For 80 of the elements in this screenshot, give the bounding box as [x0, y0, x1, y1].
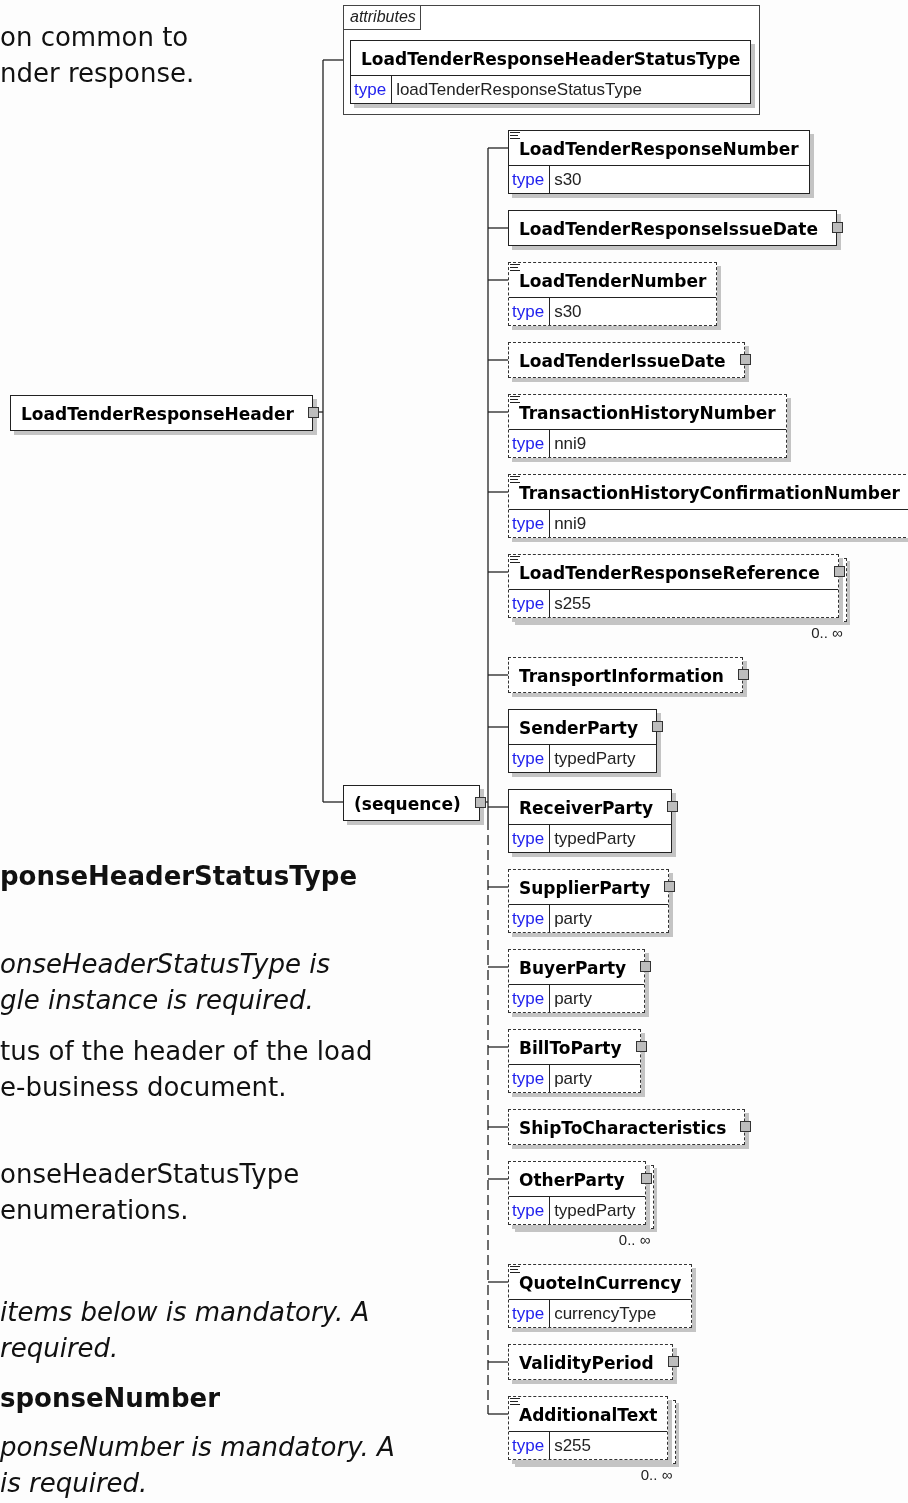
sequence-label: (sequence) [354, 794, 461, 814]
element-name: LoadTenderIssueDate [519, 351, 726, 371]
type-value: s30 [553, 301, 583, 323]
expand-icon[interactable] [640, 961, 652, 972]
element-name: ShipToCharacteristics [519, 1118, 727, 1138]
type-value: party [553, 908, 593, 930]
type-label: type [509, 166, 551, 193]
element-name: LoadTenderResponseHeaderStatusType [361, 49, 741, 69]
paragraph-line: onseHeaderStatusType [0, 1158, 300, 1191]
paragraph-line: is required. [0, 1467, 148, 1500]
type-value: party [553, 988, 593, 1010]
expand-icon[interactable] [738, 669, 749, 680]
expand-icon[interactable] [474, 797, 486, 808]
element-name: BuyerParty [519, 958, 627, 978]
type-label: type [509, 905, 551, 932]
type-value: s255 [553, 593, 592, 615]
expand-icon[interactable] [641, 1173, 653, 1184]
expand-icon[interactable] [667, 1356, 679, 1367]
type-value: s255 [553, 1435, 592, 1457]
type-value: nni9 [553, 433, 588, 455]
type-label: type [509, 825, 551, 852]
element-name: TransactionHistoryConfirmationNumber [519, 483, 900, 503]
occurrence-label: 0.. ∞ [617, 1231, 651, 1248]
element-name: TransactionHistoryNumber [519, 403, 776, 423]
paragraph-line: nder response. [0, 57, 195, 90]
type-value: party [553, 1068, 593, 1090]
type-label: type [351, 76, 393, 103]
expand-icon[interactable] [832, 222, 843, 233]
expand-icon[interactable] [307, 407, 319, 418]
type-label: type [509, 1065, 551, 1092]
element-name: ReceiverParty [519, 798, 654, 818]
type-label: type [509, 985, 551, 1012]
element-name: SenderParty [519, 718, 639, 738]
type-value: typedParty [553, 828, 637, 850]
element-name: ValidityPeriod [519, 1353, 654, 1373]
element-name: LoadTenderResponseNumber [519, 139, 799, 159]
type-label: type [509, 430, 551, 457]
expand-icon[interactable] [833, 566, 845, 577]
paragraph-line: e-business document. [0, 1071, 287, 1104]
element-name: LoadTenderResponseHeader [21, 404, 294, 424]
element-name: AdditionalText [519, 1405, 658, 1425]
type-label: type [509, 1300, 551, 1327]
type-label: type [509, 745, 551, 772]
type-label: type [509, 1432, 551, 1459]
section-heading: ponseHeaderStatusType [0, 860, 358, 893]
element-name: QuoteInCurrency [519, 1273, 682, 1293]
paragraph-line: gle instance is required. [0, 984, 314, 1017]
expand-icon[interactable] [664, 881, 676, 892]
type-label: type [509, 298, 551, 325]
expand-icon[interactable] [635, 1041, 647, 1052]
element-name: LoadTenderResponseReference [519, 563, 820, 583]
type-value: currencyType [553, 1303, 658, 1325]
paragraph-line: items below is mandatory. A [0, 1296, 370, 1329]
occurrence-label: 0.. ∞ [810, 624, 843, 641]
paragraph-line: on common to [0, 21, 189, 54]
type-label: type [509, 1197, 551, 1224]
type-value: typedParty [553, 1200, 637, 1222]
expand-icon[interactable] [740, 1121, 752, 1132]
type-label: type [509, 590, 551, 617]
element-name: SupplierParty [519, 878, 651, 898]
paragraph-line: tus of the header of the load [0, 1035, 373, 1068]
element-name: LoadTenderNumber [519, 271, 707, 291]
type-value: typedParty [553, 748, 637, 770]
type-value: loadTenderResponseStatusType [395, 79, 643, 101]
paragraph-line: required. [0, 1332, 119, 1365]
type-value: s30 [553, 169, 583, 191]
element-name: OtherParty [519, 1170, 625, 1190]
expand-icon[interactable] [739, 354, 751, 365]
expand-icon[interactable] [652, 721, 664, 732]
element-name: BillToParty [519, 1038, 622, 1058]
expand-icon[interactable] [667, 801, 679, 812]
paragraph-line: onseHeaderStatusType is [0, 948, 330, 981]
element-name: LoadTenderResponseIssueDate [519, 219, 818, 239]
element-name: TransportInformation [519, 666, 724, 686]
paragraph-line: ponseNumber is mandatory. A [0, 1431, 395, 1464]
occurrence-label: 0.. ∞ [639, 1466, 673, 1483]
type-value: nni9 [553, 513, 588, 535]
paragraph-line: enumerations. [0, 1194, 189, 1227]
section-heading: sponseNumber [0, 1382, 220, 1415]
type-label: type [509, 510, 551, 537]
